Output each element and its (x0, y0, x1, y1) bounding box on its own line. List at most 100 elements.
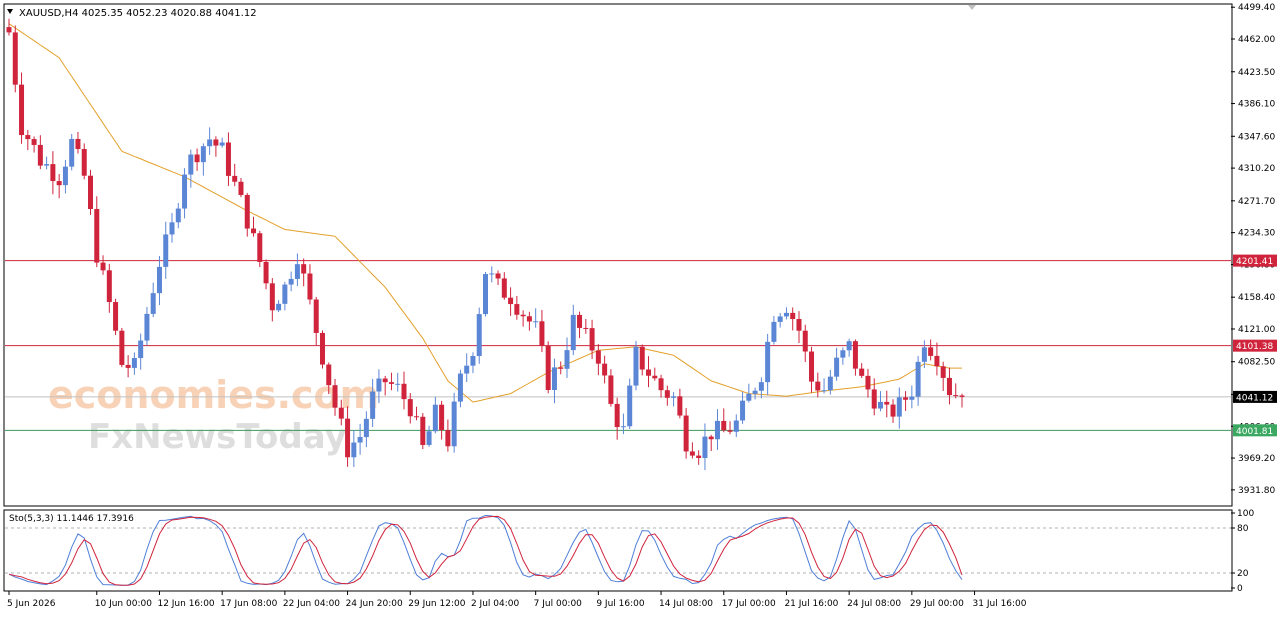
watermark-fxnewstoday: FxNewsToday (88, 417, 347, 457)
candle-body (664, 390, 670, 398)
candle-body (363, 418, 369, 438)
stochastic-label: Sto(5,3,3) 11.1446 17.3916 (9, 514, 134, 524)
time-tick-label: 31 Jul 16:00 (973, 599, 1027, 609)
candle-body (294, 264, 300, 279)
candle-body (683, 415, 689, 452)
candle-body (852, 341, 858, 369)
candle-body (589, 328, 595, 351)
trading-chart[interactable]: economies.com FxNewsToday XAUUSD,H4 4025… (0, 0, 1280, 616)
level-price-label: 4101.38 (1236, 342, 1273, 352)
candle (319, 330, 325, 369)
price-tick-label: 4386.10 (1238, 100, 1275, 110)
candle-body (163, 234, 169, 267)
candle-body (37, 144, 43, 166)
price-tick-label: 4121.00 (1238, 325, 1275, 335)
time-tick-label: 2 Jul 04:00 (471, 599, 520, 609)
candle-body (370, 391, 376, 419)
candle-body (338, 407, 344, 419)
candle-body (921, 347, 927, 362)
candle-body (533, 321, 539, 323)
candle-body (790, 312, 796, 320)
candle-body (551, 367, 557, 391)
candle-body (514, 304, 520, 315)
candle-body (188, 154, 194, 175)
candle-body (44, 164, 50, 166)
candle-body (414, 416, 420, 418)
price-tick-label: 3931.80 (1238, 486, 1275, 496)
level-price-label: 4041.12 (1236, 393, 1273, 403)
candle-body (495, 273, 501, 279)
candle-body (326, 364, 332, 386)
candle-body (953, 395, 959, 397)
time-tick-label: 5 Jun 2026 (7, 599, 56, 609)
candle-body (740, 400, 746, 421)
candle-body (827, 376, 833, 391)
candle-body (182, 174, 188, 209)
candle-body (614, 403, 620, 428)
candle-body (244, 194, 250, 229)
candle (88, 169, 94, 215)
time-tick-label: 9 Jul 16:00 (596, 599, 645, 609)
candle (476, 307, 482, 364)
candle-body (840, 350, 846, 358)
candle-body (88, 175, 94, 210)
candle-body (577, 314, 583, 328)
candle-body (796, 319, 802, 331)
candle-body (156, 266, 162, 294)
candle-body (376, 378, 382, 392)
price-axis: 4499.40 4462.00 4423.50 4386.10 4347.60 4310.… (1231, 3, 1275, 496)
candle-body (946, 377, 952, 396)
candle-body (727, 430, 733, 432)
candle-body (94, 209, 100, 263)
candle-body (31, 139, 37, 145)
candle-body (677, 396, 683, 416)
candle-body (225, 142, 231, 176)
candle-body (865, 375, 871, 390)
candle-body (526, 316, 532, 322)
candle-body (113, 302, 119, 331)
time-tick-label: 12 Jun 16:00 (157, 599, 214, 609)
candle-body (520, 314, 526, 317)
candle (633, 340, 639, 391)
time-tick-label: 22 Jun 04:00 (283, 599, 340, 609)
candle-body (194, 154, 200, 163)
candle-body (119, 330, 125, 365)
price-tick-label: 4234.30 (1238, 229, 1275, 239)
candle-body (884, 401, 890, 405)
candle-body (470, 356, 476, 366)
candle-body (432, 404, 438, 432)
candle-body (232, 175, 238, 182)
level-price-labels: 4201.41 4101.38 4041.12 4001.81 (1233, 254, 1277, 437)
stochastic-tick-label: 100 (1237, 509, 1254, 519)
candle-body (476, 314, 482, 357)
candle-body (815, 381, 821, 391)
candle (119, 327, 125, 368)
chart-canvas[interactable]: economies.com FxNewsToday XAUUSD,H4 4025… (0, 0, 1280, 616)
candle-body (351, 442, 357, 458)
stochastic-tick-label: 0 (1237, 584, 1243, 594)
candle (683, 408, 689, 459)
candle-body (890, 404, 896, 417)
candle (69, 133, 75, 171)
candle-body (464, 365, 470, 374)
candle-body (896, 397, 902, 417)
candle-body (733, 420, 739, 432)
candle-body (627, 385, 633, 427)
price-tick-label: 4082.50 (1238, 358, 1275, 368)
candle-body (457, 373, 463, 402)
candle-body (100, 262, 106, 271)
candle-body (633, 346, 639, 386)
time-tick-label: 7 Jul 00:00 (534, 599, 583, 609)
candle-body (758, 382, 764, 391)
candle-body (313, 299, 319, 333)
price-tick-label: 3969.20 (1238, 454, 1275, 464)
candle-body (175, 208, 181, 223)
candle-body (439, 404, 445, 431)
candle (545, 341, 551, 394)
candle-body (6, 27, 12, 33)
symbol-header: XAUUSD,H4 4025.35 4052.23 4020.88 4041.1… (19, 8, 257, 19)
candle-body (508, 297, 514, 305)
candle-body (539, 321, 545, 346)
candle-body (62, 166, 68, 186)
candle-body (56, 181, 62, 186)
